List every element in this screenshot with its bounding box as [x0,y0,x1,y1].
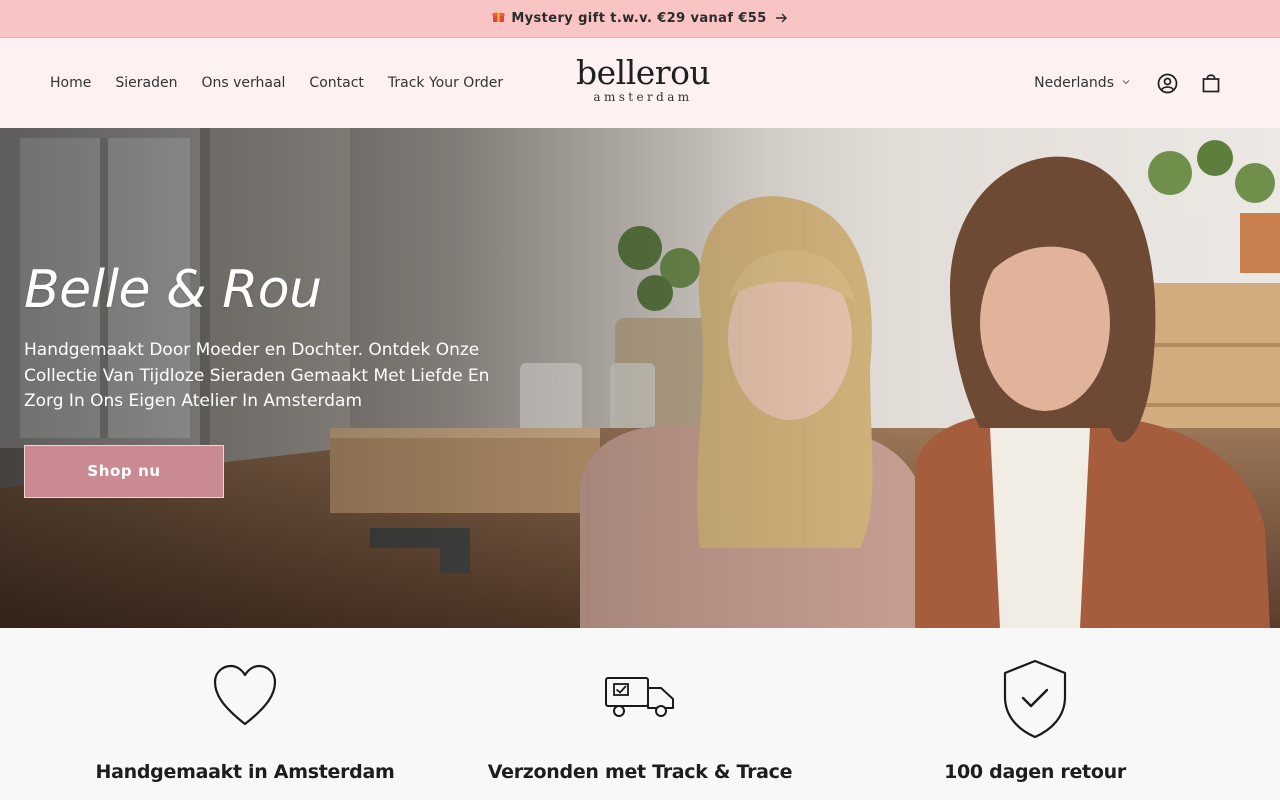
hero-content: Belle & Rou Handgemaakt Door Moeder en D… [24,260,544,498]
language-label: Nederlands [1034,75,1114,91]
shop-now-button[interactable]: Shop nu [24,444,224,498]
language-selector[interactable]: Nederlands [1034,75,1130,91]
arrow-right-icon [775,11,788,27]
delivery-truck-icon [604,675,676,723]
nav-home[interactable]: Home [50,75,91,91]
feature-title: Handgemaakt in Amsterdam [95,761,395,783]
logo-word: bellerou [576,53,711,92]
shield-check-icon [1002,659,1068,743]
header-actions: Nederlands [1034,38,1222,128]
features-section: Handgemaakt in Amsterdam Verzonden met T… [0,628,1280,800]
account-icon[interactable] [1156,72,1178,94]
main-nav: Home Sieraden Ons verhaal Contact Track … [50,38,503,128]
feature-title: Verzonden met Track & Trace [487,761,793,783]
site-logo[interactable]: bellerou amsterdam [576,53,711,105]
heart-icon [212,664,278,732]
chevron-down-icon [1122,78,1130,88]
announcement-text: Mystery gift t.w.v. €29 vanaf €55 [511,11,767,26]
nav-sieraden[interactable]: Sieraden [115,75,177,91]
announcement-bar[interactable]: Mystery gift t.w.v. €29 vanaf €55 [0,0,1280,38]
nav-contact[interactable]: Contact [309,75,363,91]
gift-icon [492,10,505,27]
hero-description: Handgemaakt Door Moeder en Dochter. Ontd… [24,340,490,411]
nav-ons-verhaal[interactable]: Ons verhaal [201,75,285,91]
hero-title: Belle & Rou [24,260,322,320]
shopping-bag-icon[interactable] [1200,72,1222,94]
site-header: Home Sieraden Ons verhaal Contact Track … [0,38,1280,128]
feature-title: 100 dagen retour [944,761,1126,783]
logo-subtitle: amsterdam [593,90,693,104]
hero-banner: Belle & Rou Handgemaakt Door Moeder en D… [0,128,1280,628]
nav-track-your-order[interactable]: Track Your Order [388,75,503,91]
